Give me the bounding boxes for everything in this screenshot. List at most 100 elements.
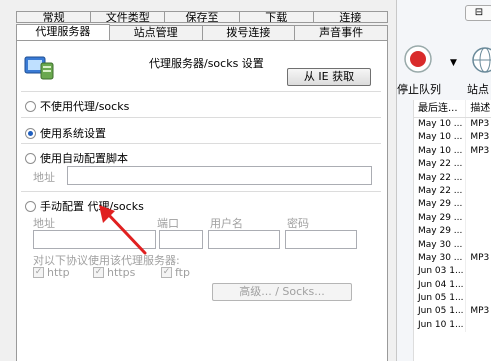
tab-row-1: 常规 文件类型 保存至 下载 连接: [16, 11, 389, 23]
radio-system-settings[interactable]: 使用系统设置: [25, 125, 106, 141]
table-body: May 10 ... MP3 May 10 ... MP3 May 10 ... MP…: [414, 118, 491, 333]
http-label: http: [47, 266, 70, 279]
site-label[interactable]: 站点: [467, 81, 489, 97]
proxy-password-label: 密码: [287, 217, 309, 230]
row-desc: [466, 172, 491, 185]
stop-queue-label[interactable]: 停止队列: [397, 81, 441, 97]
proxy-panel: 代理服务器/socks 设置 从 IE 获取 不使用代理/socks 使用系统设…: [16, 40, 388, 361]
row-date: May 30 ...: [414, 238, 467, 252]
proxy-port-input[interactable]: [159, 230, 203, 249]
script-address-label: 地址: [33, 171, 55, 184]
table-header: 最后连... 描述: [414, 100, 491, 118]
radio-dot: [25, 100, 36, 112]
tab-connection[interactable]: 连接: [313, 11, 389, 23]
radio-system-label: 使用系统设置: [40, 127, 106, 140]
table-row[interactable]: Jun 04 1...: [414, 278, 491, 293]
row-desc: [466, 319, 491, 332]
advanced-socks-button[interactable]: 高级... / Socks...: [212, 283, 352, 301]
table-row[interactable]: May 30 ...: [414, 238, 491, 252]
row-date: May 29 ...: [414, 225, 467, 239]
script-address-input[interactable]: [67, 166, 372, 185]
radio-dot-selected: [25, 127, 36, 139]
proxy-user-input[interactable]: [208, 230, 280, 249]
row-date: May 10 ...: [414, 144, 467, 159]
table-row[interactable]: May 22 ...: [414, 184, 491, 199]
check-icon: ✓: [33, 267, 44, 278]
radio-dot: [25, 152, 36, 164]
row-desc: MP3: [470, 252, 490, 263]
screen: 常规 文件类型 保存至 下载 连接 代理服务器 站点管理 拨号连接 声音事件 代…: [0, 0, 491, 361]
ftp-label: ftp: [175, 266, 190, 279]
checkbox-https[interactable]: ✓ https: [93, 266, 135, 279]
table-row[interactable]: May 29 ...: [414, 198, 491, 212]
table-row[interactable]: May 10 ... MP3: [414, 118, 491, 132]
table-row[interactable]: May 29 ...: [414, 225, 491, 239]
row-desc: [466, 158, 491, 171]
row-desc: [466, 265, 491, 278]
tab-proxy[interactable]: 代理服务器: [16, 24, 110, 41]
proxy-port-label: 端口: [157, 217, 179, 230]
table-row[interactable]: Jun 10 1...: [414, 318, 491, 333]
row-date: May 22 ...: [414, 171, 467, 185]
row-desc: MP3: [470, 145, 490, 156]
download-list: 最后连... 描述 May 10 ... MP3 May 10 ... MP3 Ma…: [413, 100, 491, 361]
proxy-address-label: 地址: [33, 217, 55, 230]
options-dialog: 常规 文件类型 保存至 下载 连接 代理服务器 站点管理 拨号连接 声音事件 代…: [0, 0, 393, 361]
row-desc: MP3: [470, 306, 490, 317]
checkbox-ftp[interactable]: ✓ ftp: [161, 266, 190, 279]
proxy-password-input[interactable]: [285, 230, 357, 249]
row-date: Jun 05 1...: [414, 292, 467, 306]
divider: [21, 117, 381, 118]
site-globe-icon[interactable]: [471, 46, 491, 74]
row-date: Jun 03 1...: [414, 265, 467, 279]
download-manager-window: ⊟ ▼ 停止队列 站点 最后连... 描述 May 10 ... MP3 May …: [396, 0, 491, 361]
column-description[interactable]: 描述: [466, 100, 491, 117]
table-row[interactable]: May 22 ...: [414, 158, 491, 172]
tab-row-2: 代理服务器 站点管理 拨号连接 声音事件: [16, 24, 388, 41]
tab-dialup[interactable]: 拨号连接: [202, 25, 296, 41]
row-date: May 10 ...: [414, 131, 467, 145]
tab-site-manager[interactable]: 站点管理: [109, 25, 203, 41]
row-desc: [466, 212, 491, 225]
column-last-connect[interactable]: 最后连...: [414, 100, 467, 117]
row-date: May 29 ...: [414, 211, 467, 226]
table-row[interactable]: Jun 05 1... MP3: [414, 305, 491, 319]
check-icon: ✓: [93, 267, 104, 278]
row-desc: MP3: [470, 119, 490, 129]
row-date: May 22 ...: [414, 184, 467, 199]
tab-downloads[interactable]: 下载: [239, 11, 314, 23]
check-icon: ✓: [161, 267, 172, 278]
row-date: Jun 04 1...: [414, 278, 467, 293]
radio-no-proxy-label: 不使用代理/socks: [40, 100, 130, 113]
table-row[interactable]: May 29 ...: [414, 211, 491, 226]
window-toggle-button[interactable]: ⊟: [465, 5, 491, 21]
row-desc: [466, 185, 491, 198]
get-from-ie-button[interactable]: 从 IE 获取: [287, 68, 371, 86]
checkbox-http[interactable]: ✓ http: [33, 266, 70, 279]
tab-file-types[interactable]: 文件类型: [91, 11, 166, 23]
row-date: May 29 ...: [414, 198, 467, 212]
table-row[interactable]: May 22 ...: [414, 171, 491, 185]
radio-script-label: 使用自动配置脚本: [40, 152, 128, 165]
table-row[interactable]: May 10 ... MP3: [414, 144, 491, 159]
divider: [21, 191, 381, 192]
table-row[interactable]: May 10 ... MP3: [414, 131, 491, 145]
row-desc: [466, 279, 491, 292]
dropdown-arrow-icon[interactable]: ▼: [450, 58, 457, 68]
divider: [21, 143, 381, 144]
divider: [21, 91, 381, 92]
table-row[interactable]: May 30 ... MP3: [414, 251, 491, 266]
tab-sound-events[interactable]: 声音事件: [295, 25, 388, 41]
radio-auto-script[interactable]: 使用自动配置脚本: [25, 150, 128, 166]
radio-no-proxy[interactable]: 不使用代理/socks: [25, 98, 129, 114]
stop-queue-icon[interactable]: [403, 44, 433, 74]
row-desc: [466, 198, 491, 211]
proxy-user-label: 用户名: [210, 217, 243, 230]
row-desc: MP3: [470, 132, 490, 143]
table-row[interactable]: Jun 05 1...: [414, 292, 491, 306]
table-row[interactable]: Jun 03 1...: [414, 265, 491, 279]
tab-save-to[interactable]: 保存至: [165, 11, 240, 23]
tab-general[interactable]: 常规: [16, 11, 92, 23]
annotation-arrow-icon: [99, 205, 147, 255]
row-date: May 22 ...: [414, 158, 467, 172]
